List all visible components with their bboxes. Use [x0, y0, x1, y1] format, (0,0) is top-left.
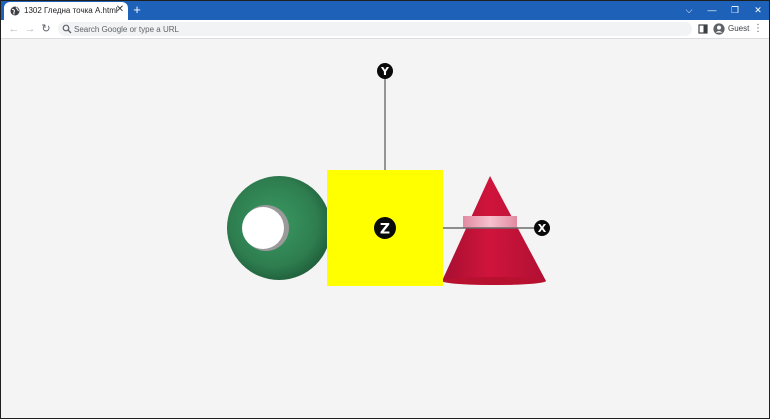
- restore-button[interactable]: ❐: [726, 3, 744, 17]
- z-axis-badge: Z: [374, 217, 396, 239]
- green-sphere: [227, 176, 331, 280]
- tab-title: 1302 Гледна точка A.html: [24, 6, 118, 15]
- tab-strip: 1302 Гледна точка A.html ✕ + ⌵ — ❐ ✕: [1, 1, 769, 20]
- close-window-button[interactable]: ✕: [749, 3, 767, 17]
- address-input[interactable]: [74, 22, 674, 36]
- profile-button[interactable]: Guest: [713, 22, 749, 36]
- back-button[interactable]: ←: [7, 22, 21, 36]
- search-icon: [62, 24, 72, 34]
- menu-button[interactable]: ⋮: [753, 22, 763, 36]
- avatar-icon: [713, 23, 725, 35]
- reload-button[interactable]: ↻: [39, 22, 53, 36]
- y-axis-label: Y: [380, 65, 390, 78]
- red-cone: [442, 176, 546, 285]
- tab-close-icon[interactable]: ✕: [114, 4, 126, 16]
- address-bar[interactable]: [58, 22, 692, 36]
- x-axis-badge: X: [534, 220, 550, 236]
- forward-button[interactable]: →: [23, 22, 37, 36]
- x-axis-label: X: [538, 222, 547, 235]
- side-panel-icon[interactable]: [698, 24, 708, 34]
- profile-label: Guest: [728, 24, 750, 33]
- scene-canvas: Y Z X: [227, 63, 550, 286]
- tab-active[interactable]: 1302 Гледна точка A.html ✕: [4, 2, 128, 20]
- browser-toolbar: ← → ↻ Guest ⋮: [1, 20, 769, 39]
- tab-search-button[interactable]: ⌵: [680, 3, 698, 17]
- globe-icon: [10, 6, 20, 16]
- y-axis-badge: Y: [377, 63, 393, 79]
- minimize-button[interactable]: —: [703, 3, 721, 17]
- page-viewport: Y Z X: [1, 39, 769, 418]
- z-axis-label: Z: [380, 222, 390, 238]
- browser-window: 1302 Гледна точка A.html ✕ + ⌵ — ❐ ✕ ← →…: [0, 0, 770, 419]
- new-tab-button[interactable]: +: [130, 3, 144, 17]
